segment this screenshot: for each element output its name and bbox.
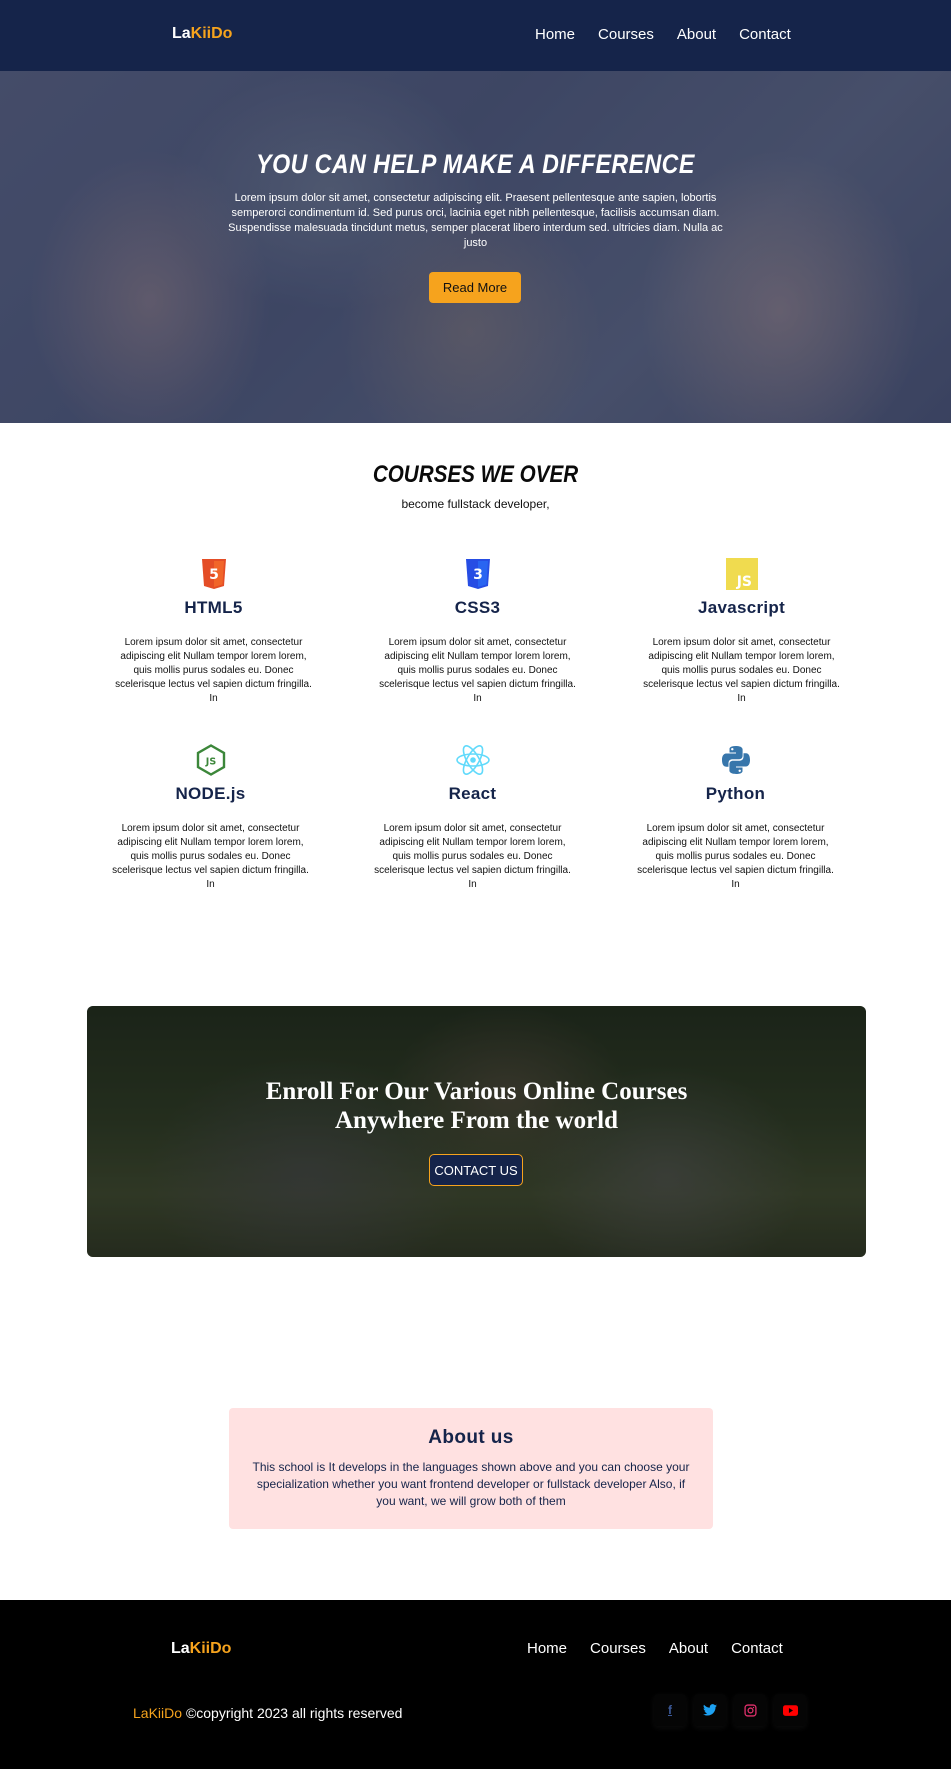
footer-courses-link[interactable]: Courses <box>590 1640 646 1657</box>
course-card-nodejs: JS NODE.js Lorem ipsum dolor sit amet, c… <box>103 744 318 892</box>
hero-content: YOU CAN HELP MAKE A DIFFERENCE Lorem ips… <box>0 71 951 423</box>
course-name: Python <box>705 784 766 803</box>
twitter-icon[interactable] <box>694 1694 726 1726</box>
footer-contact-link[interactable]: Contact <box>731 1640 783 1657</box>
social-links: f <box>654 1694 806 1726</box>
read-more-button[interactable]: Read More <box>429 272 521 303</box>
course-card-html5: 5 HTML5 Lorem ipsum dolor sit amet, cons… <box>106 558 321 706</box>
facebook-icon[interactable]: f <box>654 1694 686 1726</box>
footer-nav: Home Courses About Contact <box>527 1640 783 1657</box>
course-card-javascript: JS Javascript Lorem ipsum dolor sit amet… <box>634 558 849 706</box>
nav-contact-link[interactable]: Contact <box>739 26 791 43</box>
course-name: React <box>448 784 497 803</box>
python-icon <box>721 746 750 774</box>
course-description: Lorem ipsum dolor sit amet, consectetur … <box>643 637 840 704</box>
hero-text: Lorem ipsum dolor sit amet, consectetur … <box>228 192 723 249</box>
course-card-css3: 3 CSS3 Lorem ipsum dolor sit amet, conse… <box>370 558 585 706</box>
nav-about-link[interactable]: About <box>677 26 716 43</box>
svg-text:3: 3 <box>473 567 483 583</box>
svg-text:JS: JS <box>735 574 751 590</box>
course-card-python: Python Lorem ipsum dolor sit amet, conse… <box>628 744 843 892</box>
course-name: Javascript <box>697 598 786 617</box>
css3-icon: 3 <box>465 559 490 589</box>
about-section: About us This school is It develops in t… <box>229 1408 713 1529</box>
course-description: Lorem ipsum dolor sit amet, consectetur … <box>115 637 312 704</box>
instagram-icon[interactable] <box>734 1694 766 1726</box>
top-navbar: LaKiiDo Home Courses About Contact <box>0 0 951 71</box>
react-icon <box>455 745 490 775</box>
footer-home-link[interactable]: Home <box>527 1640 567 1657</box>
copyright-text: LaKiiDo ©copyright 2023 all rights reser… <box>133 1705 403 1721</box>
courses-subtitle: become fullstack developer, <box>401 497 550 511</box>
courses-title: COURSES WE OVER <box>372 461 579 488</box>
enroll-title: Enroll For Our Various Online Courses An… <box>265 1078 688 1134</box>
youtube-icon[interactable] <box>774 1694 806 1726</box>
hero-section: YOU CAN HELP MAKE A DIFFERENCE Lorem ips… <box>0 71 951 423</box>
javascript-icon: JS <box>725 558 758 590</box>
main-nav: Home Courses About Contact <box>535 26 791 43</box>
course-description: Lorem ipsum dolor sit amet, consectetur … <box>374 823 571 890</box>
svg-text:JS: JS <box>204 757 216 768</box>
course-name: CSS3 <box>454 598 501 617</box>
course-name: HTML5 <box>184 598 243 617</box>
brand-logo[interactable]: LaKiiDo <box>172 25 232 43</box>
course-description: Lorem ipsum dolor sit amet, consectetur … <box>379 637 576 704</box>
html5-icon: 5 <box>201 559 226 589</box>
course-description: Lorem ipsum dolor sit amet, consectetur … <box>112 823 309 890</box>
hero-title: YOU CAN HELP MAKE A DIFFERENCE <box>256 149 695 179</box>
footer: LaKiiDo Home Courses About Contact LaKii… <box>0 1600 951 1769</box>
footer-about-link[interactable]: About <box>669 1640 708 1657</box>
enroll-banner: Enroll For Our Various Online Courses An… <box>87 1006 866 1257</box>
svg-text:5: 5 <box>209 567 219 583</box>
course-name: NODE.js <box>175 784 246 803</box>
contact-us-button[interactable]: CONTACT US <box>429 1154 523 1186</box>
about-text: This school is It develops in the langua… <box>252 1460 690 1508</box>
nav-courses-link[interactable]: Courses <box>598 26 654 43</box>
nodejs-icon: JS <box>196 744 225 776</box>
course-card-react: React Lorem ipsum dolor sit amet, consec… <box>365 744 580 892</box>
about-title: About us <box>428 1427 514 1448</box>
course-description: Lorem ipsum dolor sit amet, consectetur … <box>637 823 834 890</box>
footer-brand-logo[interactable]: LaKiiDo <box>171 1640 231 1658</box>
nav-home-link[interactable]: Home <box>535 26 575 43</box>
